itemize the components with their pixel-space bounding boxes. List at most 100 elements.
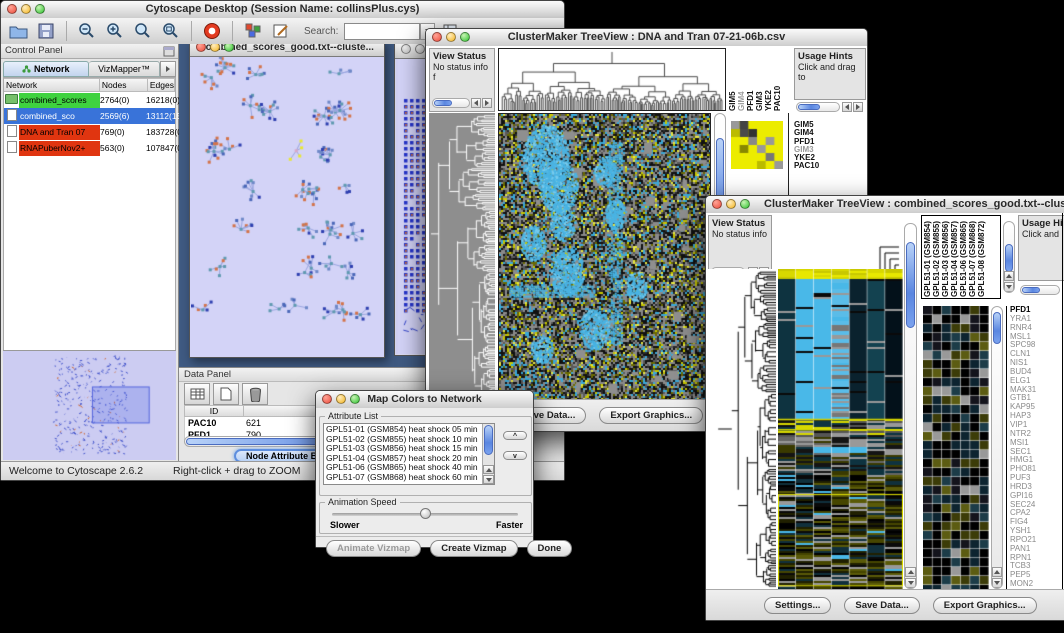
open-file-icon[interactable] <box>7 21 29 41</box>
zoom-button[interactable] <box>35 4 45 14</box>
tab-network[interactable]: Network <box>3 61 89 77</box>
tv1-column-label[interactable]: GIM3 <box>755 52 764 111</box>
col-nodes[interactable]: Nodes <box>100 78 148 92</box>
col-edges[interactable]: Edges <box>148 78 175 92</box>
annotation-icon[interactable] <box>270 21 292 41</box>
list-vscrollbar[interactable] <box>482 424 494 484</box>
move-down-button[interactable]: v <box>503 451 527 460</box>
tv2-column-label[interactable]: GPL51-07 (GSM868) <box>968 217 977 297</box>
help-lifesaver-icon[interactable] <box>201 21 223 41</box>
network-name[interactable]: combined_sco <box>19 109 100 124</box>
tv2-collabel-vscrollbar[interactable] <box>1003 221 1015 293</box>
tv1-column-label[interactable]: PAC10 <box>773 52 782 111</box>
close-button[interactable] <box>322 394 332 404</box>
tv1-column-label[interactable]: GIM4 <box>737 52 746 111</box>
gene-label[interactable]: MON2 <box>1010 580 1062 589</box>
network-table-row[interactable]: combined_sco2569(6)13112(15) <box>4 108 175 124</box>
tab-vizmapper[interactable]: VizMapper™ <box>89 61 160 77</box>
speed-slider-thumb[interactable] <box>420 508 431 519</box>
tv1-correlation-matrix-canvas[interactable] <box>731 121 783 169</box>
attribute-listbox[interactable]: GPL51-01 (GSM854) heat shock 05 minGPL51… <box>323 423 495 485</box>
vizmapper-icon[interactable] <box>242 21 264 41</box>
minimize-button[interactable] <box>726 199 736 209</box>
network-window-1-titlebar[interactable]: combined_scores_good.txt--cluste... <box>190 44 384 57</box>
scroll-up-button[interactable] <box>905 567 916 577</box>
tv2-action-button[interactable]: Settings... <box>764 597 831 614</box>
tv2-column-label[interactable]: GPL51-03 (GSM856) <box>941 217 950 297</box>
tv2-column-label[interactable]: GPL51-06 (GSM865) <box>959 217 968 297</box>
float-panel-icon[interactable] <box>163 46 175 57</box>
scroll-right-button[interactable] <box>482 98 492 108</box>
dialog-action-button[interactable]: Animate Vizmap <box>326 540 421 557</box>
tv2-top-dendrogram-canvas[interactable] <box>776 213 901 269</box>
scroll-left-button[interactable] <box>842 102 852 112</box>
tv2-column-label[interactable]: GPL51-08 (GSM872) <box>977 217 986 297</box>
vscroll-thumb[interactable] <box>906 242 915 328</box>
main-titlebar[interactable]: Cytoscape Desktop (Session Name: collins… <box>1 1 564 19</box>
close-button[interactable] <box>712 199 722 209</box>
scroll-left-button[interactable] <box>471 98 481 108</box>
scroll-down-button[interactable] <box>483 475 494 484</box>
tv2-hints-hscrollbar[interactable] <box>1020 285 1060 295</box>
tv1-top-dendrogram-canvas[interactable] <box>498 48 726 111</box>
scroll-up-button[interactable] <box>1004 271 1014 281</box>
minimize-button[interactable] <box>21 4 31 14</box>
tv2-zoom-vscrollbar[interactable] <box>991 306 1003 589</box>
vscroll-thumb[interactable] <box>1005 244 1013 272</box>
tv1-hints-hscrollbar[interactable] <box>796 102 840 112</box>
zoom-out-icon[interactable] <box>76 21 98 41</box>
scroll-up-button[interactable] <box>483 465 494 474</box>
save-icon[interactable] <box>35 21 57 41</box>
zoom-selected-icon[interactable] <box>160 21 182 41</box>
vscroll-thumb[interactable] <box>993 312 1001 344</box>
hscroll-thumb[interactable] <box>1022 287 1040 293</box>
treeview2-titlebar[interactable]: ClusterMaker TreeView : combined_scores_… <box>706 196 1064 214</box>
tv1-row-label[interactable]: PAC10 <box>794 162 834 170</box>
network-name[interactable]: RNAPuberNov2+ <box>19 141 100 156</box>
close-button[interactable] <box>401 44 411 54</box>
attribute-select-icon[interactable] <box>184 383 210 405</box>
network-name[interactable]: DNA and Tran 07 <box>19 125 100 140</box>
hscroll-thumb[interactable] <box>798 104 820 110</box>
close-button[interactable] <box>196 44 206 52</box>
scroll-down-button[interactable] <box>1004 282 1014 292</box>
zoom-fit-icon[interactable] <box>132 21 154 41</box>
network-table-row[interactable]: RNAPuberNov2+563(0)107847(0) <box>4 140 175 156</box>
vscroll-thumb[interactable] <box>484 425 493 455</box>
dialog-action-button[interactable]: Create Vizmap <box>430 540 517 557</box>
zoom-button[interactable] <box>740 199 750 209</box>
tv2-column-label[interactable]: GPL51-04 (GSM857) <box>950 217 959 297</box>
zoom-button[interactable] <box>350 394 360 404</box>
tv2-zoom-heatmap-canvas[interactable] <box>923 306 989 589</box>
id-column-header[interactable]: ID <box>184 405 244 417</box>
tv1-heatmap-canvas[interactable] <box>498 113 711 401</box>
window-controls[interactable] <box>7 4 45 14</box>
attribute-item[interactable]: GPL51-07 (GSM868) heat shock 60 min <box>326 473 492 483</box>
birdseye-canvas[interactable] <box>3 351 175 460</box>
minimize-button[interactable] <box>210 44 220 52</box>
network-name[interactable]: combined_scores <box>19 93 100 108</box>
network-table-row[interactable]: combined_scores2764(0)16218(0) <box>4 92 175 108</box>
treeview1-titlebar[interactable]: ClusterMaker TreeView : DNA and Tran 07-… <box>426 29 867 47</box>
scroll-down-button[interactable] <box>992 578 1002 588</box>
delete-attribute-trash-icon[interactable] <box>242 383 268 405</box>
tv1-action-button[interactable]: Export Graphics... <box>599 407 703 424</box>
zoom-button[interactable] <box>224 44 234 52</box>
tv1-status-hscrollbar[interactable] <box>432 98 470 108</box>
move-up-button[interactable]: ^ <box>503 431 527 440</box>
tv2-column-label[interactable]: GPL51-02 (GSM855) <box>932 217 941 297</box>
close-button[interactable] <box>432 32 442 42</box>
zoom-button[interactable] <box>460 32 470 42</box>
tv1-column-label[interactable]: PFD1 <box>746 52 755 111</box>
minimize-button[interactable] <box>336 394 346 404</box>
tv2-column-label[interactable]: GPL51-01 (GSM854) <box>923 217 932 297</box>
network-view-canvas[interactable] <box>191 57 383 355</box>
dialog-action-button[interactable]: Done <box>527 540 573 557</box>
close-button[interactable] <box>7 4 17 14</box>
tv2-row-dendrogram-canvas[interactable] <box>708 269 776 589</box>
scroll-down-button[interactable] <box>905 578 916 588</box>
tv2-vscrollbar[interactable] <box>904 223 917 589</box>
minimize-button[interactable] <box>446 32 456 42</box>
col-network[interactable]: Network <box>4 78 100 92</box>
tv1-column-label[interactable]: GIM5 <box>728 52 737 111</box>
